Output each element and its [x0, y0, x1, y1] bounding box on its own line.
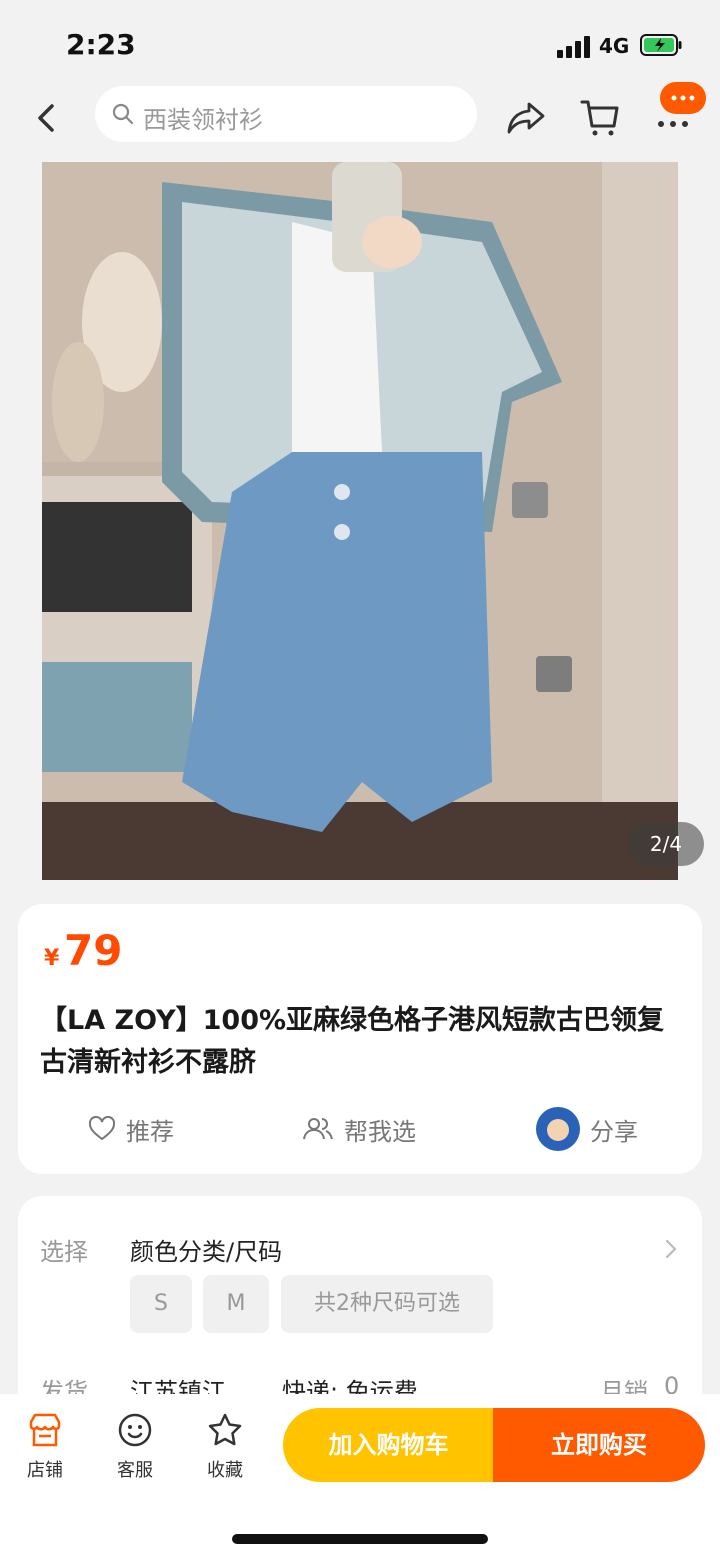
message-badge[interactable] [660, 82, 706, 114]
store-tab[interactable]: 店铺 [15, 1412, 75, 1482]
store-icon [29, 1413, 61, 1447]
help-choose-button[interactable]: 帮我选 [302, 1104, 416, 1154]
battery-icon [640, 34, 682, 56]
service-tab[interactable]: 客服 [105, 1412, 165, 1482]
add-to-cart-button[interactable]: 加入购物车 [283, 1408, 494, 1482]
help-choose-label: 帮我选 [344, 1117, 416, 1146]
size-chip-m[interactable]: M [203, 1275, 269, 1333]
product-photo[interactable] [42, 162, 678, 880]
product-info-card: ¥ 79 【LA ZOY】100%亚麻绿色格子港风短款古巴领复古清新衬衫不露脐 … [18, 904, 702, 1174]
chevron-right-icon[interactable] [662, 1238, 680, 1260]
buy-now-button[interactable]: 立即购买 [493, 1408, 705, 1482]
product-actions: 推荐 帮我选 分享 [18, 1104, 702, 1154]
options-card: 选择 颜色分类/尺码 S M 共2种尺码可选 发货 江苏镇江 快递: 免运费 月… [18, 1196, 702, 1426]
service-label: 客服 [117, 1460, 153, 1481]
customer-service-icon [118, 1413, 152, 1447]
status-time: 2:23 [66, 28, 136, 61]
size-count-chip[interactable]: 共2种尺码可选 [281, 1275, 493, 1333]
store-label: 店铺 [27, 1460, 63, 1481]
share-action-button[interactable]: 分享 [536, 1104, 638, 1154]
recommend-label: 推荐 [126, 1117, 174, 1146]
back-icon[interactable] [30, 98, 64, 138]
heart-icon [88, 1116, 116, 1141]
select-value[interactable]: 颜色分类/尺码 [130, 1232, 282, 1267]
home-indicator[interactable] [232, 1534, 488, 1544]
price-currency: ¥ [44, 946, 60, 971]
select-label: 选择 [40, 1238, 88, 1266]
search-placeholder: 西装领衬衫 [143, 106, 263, 134]
image-counter: 2/4 [628, 822, 704, 866]
star-icon [208, 1413, 242, 1446]
signal-icon [557, 36, 591, 58]
people-icon [303, 1118, 333, 1140]
top-nav: 西装领衬衫 [0, 80, 720, 162]
share-label: 分享 [590, 1117, 638, 1146]
share-icon[interactable] [505, 98, 547, 138]
recommend-button[interactable]: 推荐 [88, 1104, 174, 1154]
favorite-label: 收藏 [207, 1460, 243, 1481]
size-chip-s[interactable]: S [130, 1275, 192, 1333]
product-title: 【LA ZOY】100%亚麻绿色格子港风短款古巴领复古清新衬衫不露脐 [40, 1005, 665, 1078]
search-icon [112, 103, 134, 125]
avatar [536, 1107, 580, 1151]
status-bar: 2:23 4G [0, 0, 720, 80]
favorite-tab[interactable]: 收藏 [195, 1412, 255, 1482]
network-type: 4G [599, 34, 630, 58]
price-value: 79 [64, 926, 123, 975]
search-input[interactable]: 西装领衬衫 [95, 86, 477, 142]
cart-icon[interactable] [580, 96, 620, 138]
